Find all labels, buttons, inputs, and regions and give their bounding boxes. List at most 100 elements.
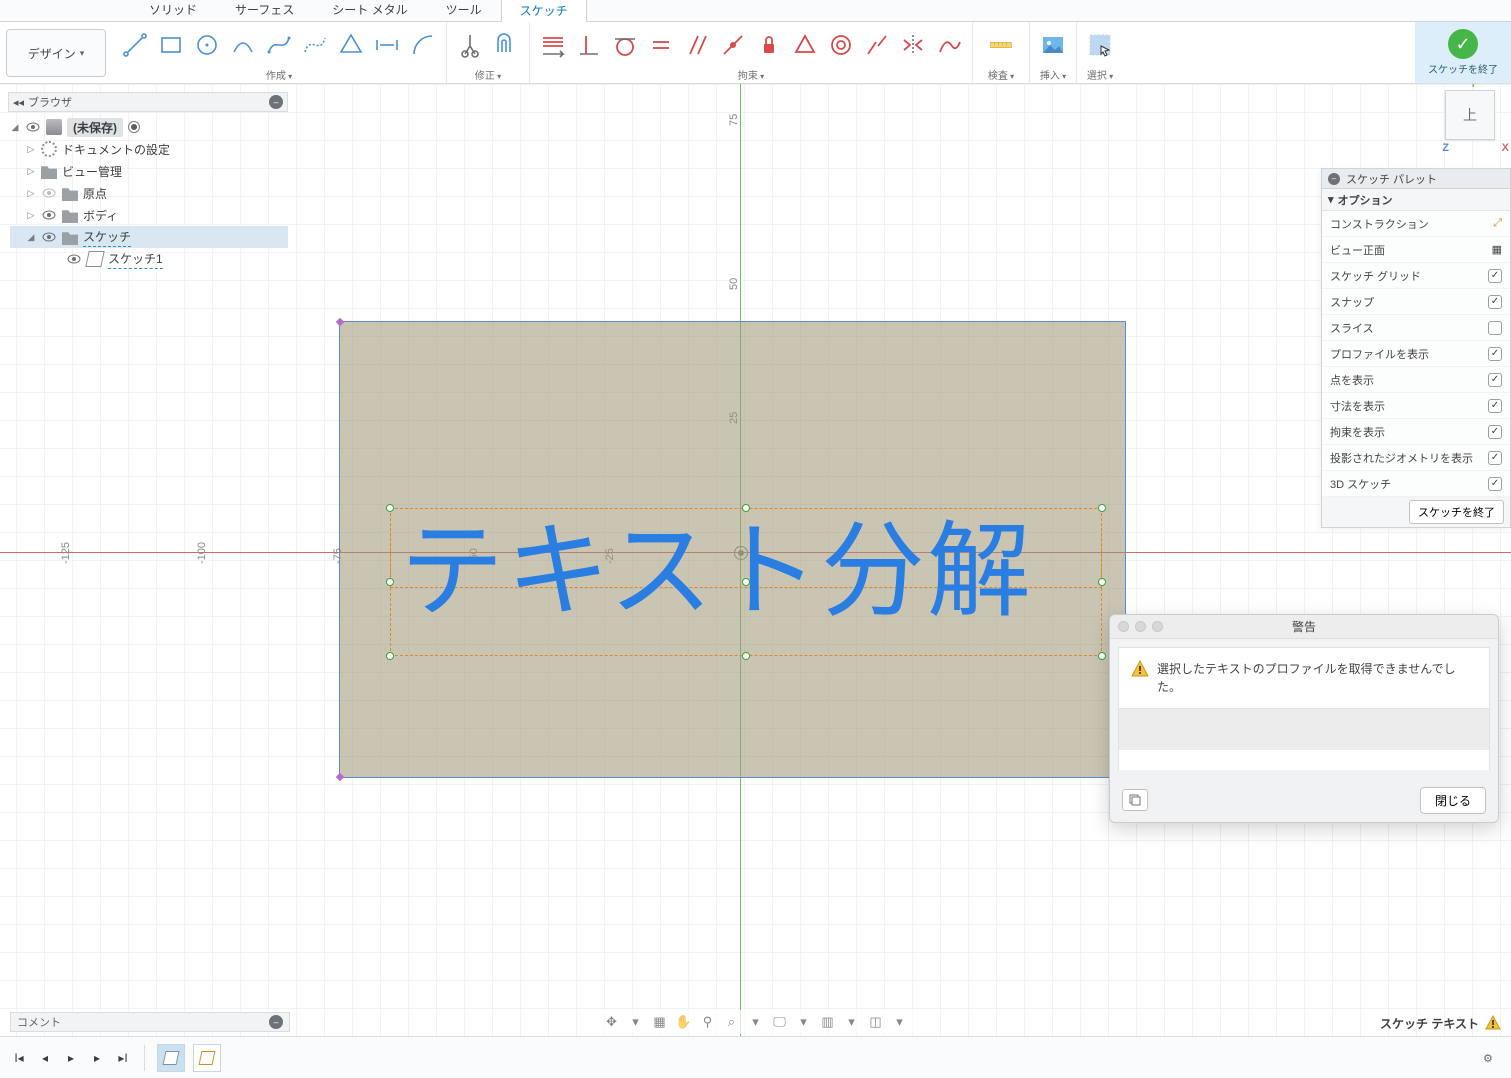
- finish-sketch-button[interactable]: ✓ スケッチを終了: [1415, 22, 1511, 83]
- look-at-icon[interactable]: ▦: [1492, 243, 1502, 256]
- perpendicular-icon[interactable]: [574, 30, 604, 60]
- zoom-dropdown-icon[interactable]: ▾: [746, 1012, 766, 1032]
- tree-doc-settings[interactable]: ▷ ドキュメントの設定: [10, 138, 288, 160]
- midpoint-icon[interactable]: [790, 30, 820, 60]
- tree-root[interactable]: ◢ (未保存): [10, 116, 288, 138]
- coincident-icon[interactable]: [718, 30, 748, 60]
- opt-grid[interactable]: スケッチ グリッド: [1322, 263, 1510, 289]
- display-dropdown-icon[interactable]: ▾: [794, 1012, 814, 1032]
- constrain-label[interactable]: 拘束: [738, 67, 764, 82]
- timeline-settings-icon[interactable]: ⚙: [1483, 1052, 1501, 1070]
- construction-line-icon[interactable]: ⤢: [1493, 217, 1502, 230]
- rectangle-icon[interactable]: [156, 30, 186, 60]
- palette-finish-button[interactable]: スケッチを終了: [1409, 500, 1504, 524]
- collapse-icon[interactable]: –: [269, 1015, 283, 1029]
- measure-icon[interactable]: [981, 30, 1021, 60]
- viewport-icon[interactable]: ◫: [866, 1012, 886, 1032]
- dialog-close-button[interactable]: 閉じる: [1420, 787, 1486, 814]
- comment-bar[interactable]: コメント –: [10, 1012, 290, 1032]
- create-label[interactable]: 作成: [266, 67, 292, 82]
- browser-header[interactable]: ◂◂ブラウザ –: [8, 92, 288, 112]
- horizontal-icon[interactable]: [538, 30, 568, 60]
- control-point[interactable]: [386, 652, 394, 660]
- display-style-icon[interactable]: 🖵: [770, 1012, 790, 1032]
- tree-sketches[interactable]: ◢ スケッチ: [10, 226, 288, 248]
- timeline-prev-icon[interactable]: ◂: [36, 1049, 54, 1067]
- look-at-icon[interactable]: ▦: [650, 1012, 670, 1032]
- checkbox[interactable]: [1488, 451, 1502, 465]
- checkbox[interactable]: [1488, 295, 1502, 309]
- sketch-text-content[interactable]: テキスト分解: [400, 486, 1033, 637]
- offset-icon[interactable]: [491, 30, 521, 60]
- opt-construction[interactable]: コンストラクション⤢: [1322, 211, 1510, 237]
- dialog-titlebar[interactable]: 警告: [1110, 615, 1498, 639]
- warning-icon[interactable]: [1485, 1015, 1501, 1031]
- palette-header[interactable]: –スケッチ パレット: [1322, 169, 1510, 189]
- control-point[interactable]: [1098, 504, 1106, 512]
- checkbox[interactable]: [1488, 269, 1502, 283]
- checkbox[interactable]: [1488, 347, 1502, 361]
- select-label[interactable]: 選択: [1087, 67, 1113, 82]
- control-point[interactable]: [386, 504, 394, 512]
- timeline-feature-current[interactable]: [193, 1044, 221, 1072]
- trim-icon[interactable]: [455, 30, 485, 60]
- equal-icon[interactable]: [646, 30, 676, 60]
- viewport-dropdown-icon[interactable]: ▾: [890, 1012, 910, 1032]
- control-point[interactable]: [742, 652, 750, 660]
- conic-icon[interactable]: [300, 30, 330, 60]
- fillet-arc-icon[interactable]: [408, 30, 438, 60]
- view-cube[interactable]: 上: [1445, 90, 1495, 140]
- checkbox[interactable]: [1488, 321, 1502, 335]
- slot-icon[interactable]: [372, 30, 402, 60]
- checkbox[interactable]: [1488, 425, 1502, 439]
- tree-origin[interactable]: ▷ 原点: [10, 182, 288, 204]
- opt-snap[interactable]: スナップ: [1322, 289, 1510, 315]
- polygon-icon[interactable]: [336, 30, 366, 60]
- zoom-icon[interactable]: ⚲: [698, 1012, 718, 1032]
- fix-icon[interactable]: [754, 30, 784, 60]
- opt-projected[interactable]: 投影されたジオメトリを表示: [1322, 445, 1510, 471]
- orbit-dropdown-icon[interactable]: ▾: [626, 1012, 646, 1032]
- inspect-label[interactable]: 検査: [988, 67, 1014, 82]
- grid-snap-icon[interactable]: ▥: [818, 1012, 838, 1032]
- traffic-light-close[interactable]: [1118, 621, 1129, 632]
- opt-profiles[interactable]: プロファイルを表示: [1322, 341, 1510, 367]
- tab-solid[interactable]: ソリッド: [130, 0, 216, 21]
- workspace-switcher[interactable]: デザイン: [6, 29, 106, 77]
- timeline-play-icon[interactable]: ▸: [62, 1049, 80, 1067]
- timeline-end-icon[interactable]: ▸I: [114, 1049, 132, 1067]
- tab-surface[interactable]: サーフェス: [216, 0, 313, 21]
- circle-icon[interactable]: [192, 30, 222, 60]
- grid-dropdown-icon[interactable]: ▾: [842, 1012, 862, 1032]
- zoom-window-icon[interactable]: ⌕: [722, 1012, 742, 1032]
- traffic-light-max[interactable]: [1152, 621, 1163, 632]
- checkbox[interactable]: [1488, 477, 1502, 491]
- tree-views[interactable]: ▷ ビュー管理: [10, 160, 288, 182]
- opt-lookat[interactable]: ビュー正面▦: [1322, 237, 1510, 263]
- tangent-icon[interactable]: [610, 30, 640, 60]
- opt-3dsketch[interactable]: 3D スケッチ: [1322, 471, 1510, 497]
- timeline-next-icon[interactable]: ▸: [88, 1049, 106, 1067]
- tab-sketch[interactable]: スケッチ: [501, 0, 587, 22]
- opt-dims[interactable]: 寸法を表示: [1322, 393, 1510, 419]
- orbit-icon[interactable]: ✥: [602, 1012, 622, 1032]
- curvature-icon[interactable]: [934, 30, 964, 60]
- control-point[interactable]: [1098, 578, 1106, 586]
- opt-points[interactable]: 点を表示: [1322, 367, 1510, 393]
- control-point[interactable]: [1098, 652, 1106, 660]
- tree-bodies[interactable]: ▷ ボディ: [10, 204, 288, 226]
- select-icon[interactable]: [1085, 30, 1115, 60]
- timeline-feature-sketch[interactable]: [157, 1044, 185, 1072]
- parallel-icon[interactable]: [682, 30, 712, 60]
- insert-image-icon[interactable]: [1038, 30, 1068, 60]
- collapse-icon[interactable]: –: [269, 95, 283, 109]
- palette-options-header[interactable]: ▾ オプション: [1322, 189, 1510, 211]
- spline-icon[interactable]: [264, 30, 294, 60]
- tab-sheetmetal[interactable]: シート メタル: [313, 0, 426, 21]
- insert-label[interactable]: 挿入: [1040, 67, 1066, 82]
- line-icon[interactable]: [120, 30, 150, 60]
- concentric-icon[interactable]: [826, 30, 856, 60]
- symmetry-icon[interactable]: [898, 30, 928, 60]
- traffic-light-min[interactable]: [1135, 621, 1146, 632]
- control-point[interactable]: [386, 578, 394, 586]
